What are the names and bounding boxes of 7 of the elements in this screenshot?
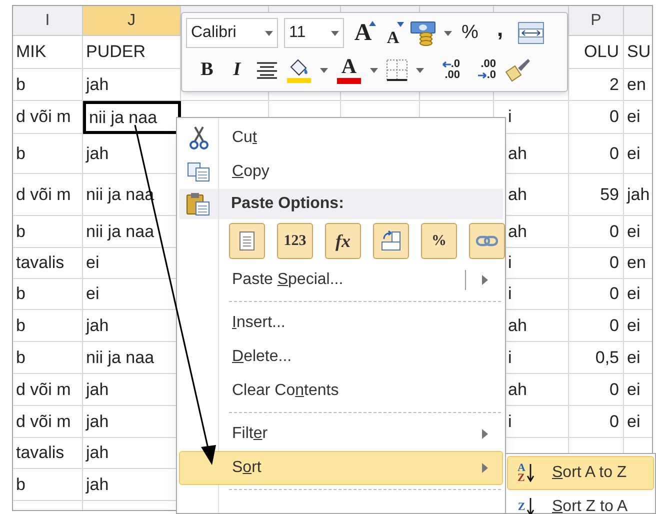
section-header: Paste Options: xyxy=(231,194,344,214)
decimal-text: .0 xyxy=(450,59,460,70)
decimal-text: .00 xyxy=(444,70,460,81)
decimal-text: .00 xyxy=(480,59,496,70)
decimal-text: .0 xyxy=(486,70,496,81)
font-size: 11 xyxy=(289,23,306,43)
font-name: Calibri xyxy=(191,23,236,43)
